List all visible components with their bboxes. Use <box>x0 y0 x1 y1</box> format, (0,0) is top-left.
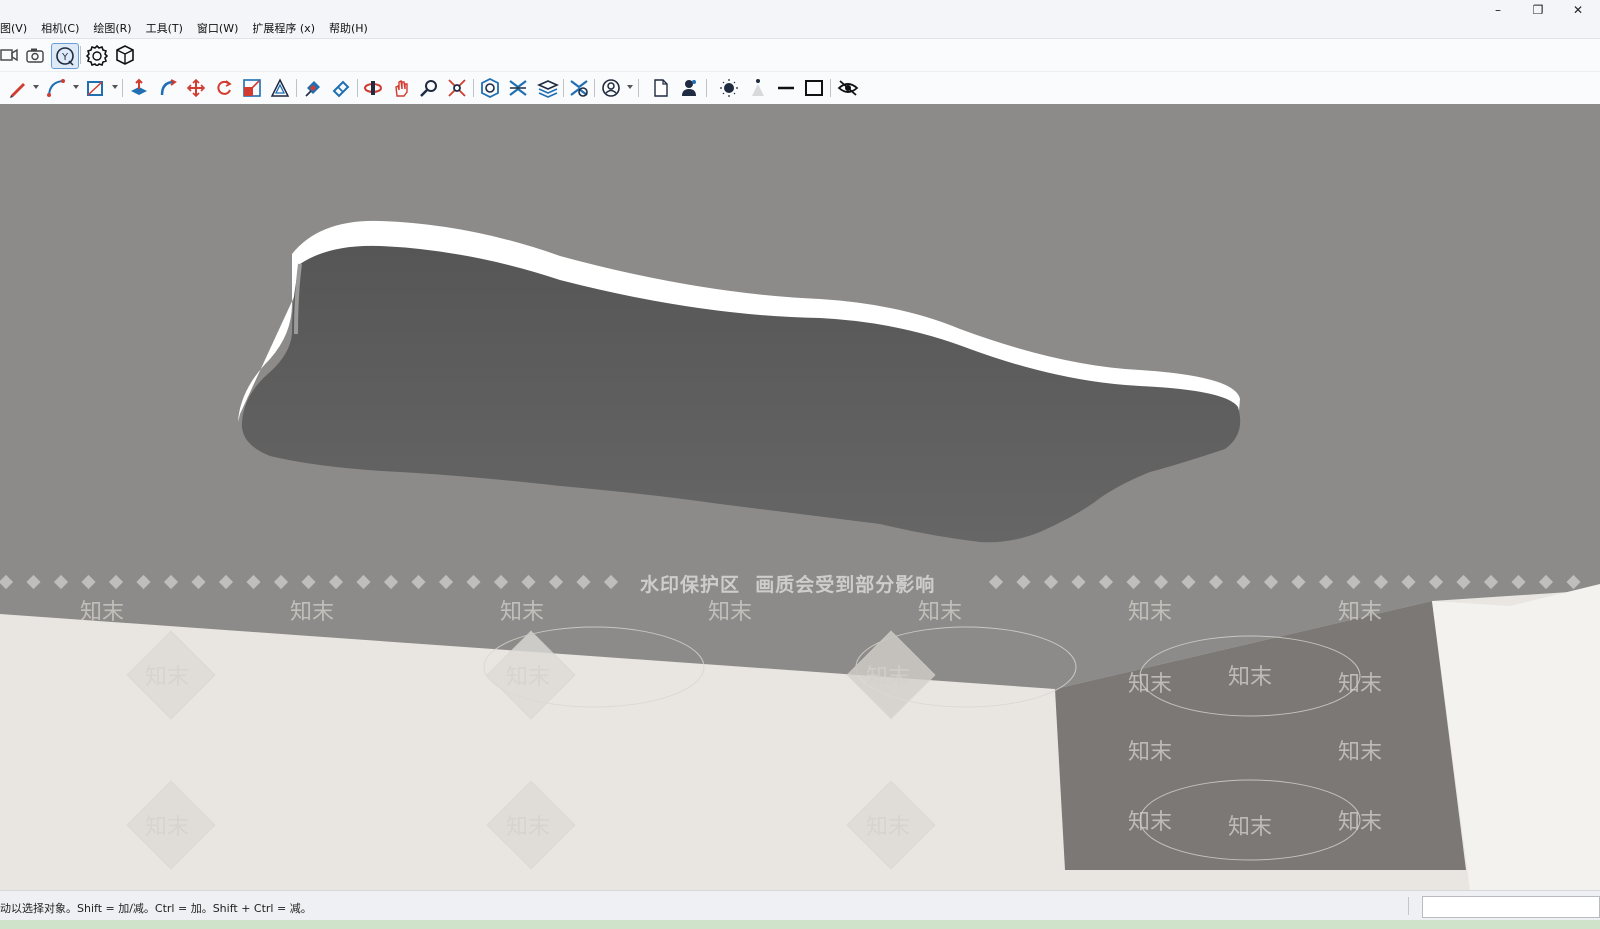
rectangle-icon[interactable] <box>82 76 108 100</box>
toolbar-separator <box>706 79 707 97</box>
toolbar-separator <box>296 79 297 97</box>
follow-me-icon[interactable] <box>155 76 181 100</box>
toolbar-separator <box>830 79 831 97</box>
brand-watermark-text: 知末 <box>80 600 124 625</box>
brand-watermark-text: 知末 <box>866 665 910 690</box>
frame-icon[interactable] <box>801 76 827 100</box>
menu-extensions[interactable]: 扩展程序 (x) <box>245 21 322 37</box>
toolbar-separator <box>638 79 639 97</box>
section-plane-icon[interactable]: Y <box>51 43 79 69</box>
arc-icon[interactable] <box>43 76 69 100</box>
solid-union-icon[interactable] <box>477 76 503 100</box>
dropdown-arrow-icon[interactable] <box>33 85 39 89</box>
line-icon[interactable] <box>773 76 799 100</box>
brand-watermark-text: 知末 <box>1338 740 1382 765</box>
brand-watermark-text: 知末 <box>918 600 962 625</box>
brand-watermark-text: 知末 <box>1338 672 1382 697</box>
orbit-icon[interactable] <box>360 76 386 100</box>
toolbar-views: Y <box>0 39 1600 72</box>
menu-help[interactable]: 帮助(H) <box>322 21 375 37</box>
scene-canvas: 知末 知末 知末 知末 知末 知末 知末 知末 知末 知末 知末 知末 知末 知末 知末 知末… <box>0 104 1600 890</box>
hide-eye-icon[interactable] <box>835 76 861 100</box>
push-pull-icon[interactable] <box>126 76 152 100</box>
menu-bar: 图(V) 相机(C) 绘图(R) 工具(T) 窗口(W) 扩展程序 (x) 帮助… <box>0 21 375 37</box>
menu-draw[interactable]: 绘图(R) <box>86 21 138 37</box>
zoom-icon[interactable] <box>416 76 442 100</box>
dropdown-arrow-icon[interactable] <box>112 85 118 89</box>
brand-watermark-text: 知末 <box>1128 672 1172 697</box>
dropdown-arrow-icon[interactable] <box>627 85 633 89</box>
brand-watermark-text: 知末 <box>1228 665 1272 690</box>
svg-text:Y: Y <box>61 52 69 63</box>
toolbar-separator <box>80 46 81 64</box>
status-bar: 动以选择对象。Shift = 加/减。Ctrl = 加。Shift + Ctrl… <box>0 890 1600 921</box>
component-box-icon[interactable] <box>112 43 138 67</box>
watermark-protection-text: 水印保护区 画质会受到部分影响 <box>640 574 936 596</box>
eraser-icon[interactable] <box>328 76 354 100</box>
brand-watermark-text: 知末 <box>506 815 550 840</box>
model-viewport[interactable]: 知末 知末 知末 知末 知末 知末 知末 知末 知末 知末 知末 知末 知末 知末 知末 知末… <box>0 104 1600 890</box>
taskbar-strip <box>0 920 1600 929</box>
layers-icon[interactable] <box>535 76 561 100</box>
pan-icon[interactable] <box>388 76 414 100</box>
toolbar-separator <box>122 79 123 97</box>
pencil-line-icon[interactable] <box>5 76 31 100</box>
brand-watermark-text: 知末 <box>145 815 189 840</box>
styles-icon[interactable] <box>566 76 592 100</box>
brand-watermark-text: 知末 <box>506 665 550 690</box>
gear-hexagon-icon[interactable] <box>84 43 110 67</box>
menu-view[interactable]: 图(V) <box>0 21 34 37</box>
dropdown-arrow-icon[interactable] <box>73 85 79 89</box>
menu-tools[interactable]: 工具(T) <box>139 21 190 37</box>
brand-watermark-text: 知末 <box>708 600 752 625</box>
brand-watermark-text: 知末 <box>290 600 334 625</box>
brand-watermark-text: 知末 <box>866 815 910 840</box>
toolbar-separator <box>594 79 595 97</box>
camera-record-icon[interactable] <box>0 43 22 67</box>
rotate-icon[interactable] <box>211 76 237 100</box>
brand-watermark-text: 知末 <box>1338 600 1382 625</box>
toolbar-separator <box>473 79 474 97</box>
shadow-sun-icon[interactable] <box>716 76 742 100</box>
title-bar: 图(V) 相机(C) 绘图(R) 工具(T) 窗口(W) 扩展程序 (x) 帮助… <box>0 0 1600 39</box>
status-hint-text: 动以选择对象。Shift = 加/减。Ctrl = 加。Shift + Ctrl… <box>0 902 312 915</box>
close-button[interactable]: ✕ <box>1558 0 1598 20</box>
toolbar-drawing <box>0 72 1600 105</box>
brand-watermark-text: 知末 <box>145 665 189 690</box>
restore-button[interactable]: ❐ <box>1518 0 1558 20</box>
brand-watermark-text: 知末 <box>1128 740 1172 765</box>
brand-watermark-text: 知末 <box>1128 810 1172 835</box>
user-circle-icon[interactable] <box>598 76 624 100</box>
offset-icon[interactable] <box>267 76 293 100</box>
solid-subtract-icon[interactable] <box>505 76 531 100</box>
brand-watermark-text: 知末 <box>500 600 544 625</box>
paint-bucket-icon[interactable] <box>300 76 326 100</box>
camera-icon[interactable] <box>22 43 48 67</box>
new-document-icon[interactable] <box>648 76 674 100</box>
brand-watermark-text: 知末 <box>1128 600 1172 625</box>
menu-window[interactable]: 窗口(W) <box>190 21 245 37</box>
scale-icon[interactable] <box>239 76 265 100</box>
measurements-input[interactable] <box>1422 896 1600 918</box>
person-icon[interactable] <box>676 76 702 100</box>
status-separator <box>1408 897 1409 915</box>
fog-icon[interactable] <box>745 76 771 100</box>
brand-watermark-text: 知末 <box>1228 815 1272 840</box>
menu-camera[interactable]: 相机(C) <box>34 21 86 37</box>
zoom-extents-icon[interactable] <box>444 76 470 100</box>
toolbar-separator <box>563 79 564 97</box>
move-icon[interactable] <box>183 76 209 100</box>
brand-watermark-text: 知末 <box>1338 810 1382 835</box>
minimize-button[interactable]: – <box>1478 0 1518 20</box>
toolbar-separator <box>357 79 358 97</box>
